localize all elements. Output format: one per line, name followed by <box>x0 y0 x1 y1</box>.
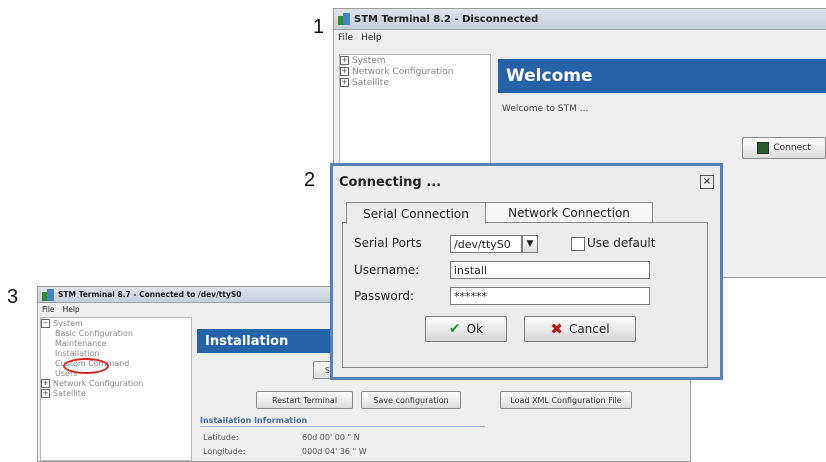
expand-icon[interactable]: + <box>340 78 349 87</box>
tree-item-installation[interactable]: Installation <box>41 348 191 358</box>
connecting-dialog: Connecting ... × Serial Connection Netwo… <box>330 163 723 380</box>
connect-button[interactable]: Connect <box>742 137 826 159</box>
tree-item-system[interactable]: + System <box>340 55 490 66</box>
menu-file[interactable]: File <box>42 305 55 314</box>
window3-title: STM Terminal 8.7 - Connected to /dev/tty… <box>58 290 242 299</box>
tree-item-network-configuration[interactable]: + Network Configuration <box>340 66 490 77</box>
connect-label: Connect <box>773 143 811 153</box>
ok-button[interactable]: ✔ Ok <box>425 316 507 342</box>
tab-serial-connection[interactable]: Serial Connection <box>346 202 486 224</box>
tree-item-satellite[interactable]: + Satellite <box>41 388 191 398</box>
tree-item-label: Installation <box>55 348 100 358</box>
tree-item-label: Satellite <box>352 77 389 88</box>
connect-plug-icon <box>757 142 770 154</box>
expand-icon[interactable]: + <box>41 388 50 398</box>
app-icon <box>42 288 54 301</box>
save-configuration-button[interactable]: Save configuration <box>361 391 461 409</box>
cancel-x-icon: ✖ <box>550 320 563 338</box>
menu-file[interactable]: File <box>338 33 353 43</box>
step-number-2: 2 <box>304 169 316 191</box>
tree-item-system[interactable]: − System <box>41 318 191 328</box>
longitude-value: 000d 04' 36 " W <box>302 447 367 456</box>
dialog-title: Connecting ... <box>339 174 442 190</box>
menu-help[interactable]: Help <box>63 305 80 314</box>
cancel-button[interactable]: ✖ Cancel <box>524 316 636 342</box>
section-divider <box>200 426 485 427</box>
menu-help[interactable]: Help <box>361 33 382 43</box>
password-field[interactable]: ****** <box>450 287 650 305</box>
password-label: Password: <box>354 289 415 303</box>
tree-item-label: System <box>352 55 386 66</box>
restart-terminal-button[interactable]: Restart Terminal <box>256 391 353 409</box>
tree-item-label: Maintenance <box>55 338 107 348</box>
username-field[interactable]: install <box>450 261 650 279</box>
username-label: Username: <box>354 263 420 277</box>
tree-item-label: Satellite <box>53 388 86 398</box>
tab-network-connection[interactable]: Network Connection <box>485 202 653 223</box>
expand-icon[interactable]: + <box>41 378 50 388</box>
load-xml-configuration-button[interactable]: Load XML Configuration File <box>500 391 632 409</box>
tree-item-basic-configuration[interactable]: Basic Configuration <box>41 328 191 338</box>
window1-menubar: File Help <box>334 31 826 45</box>
close-icon[interactable]: × <box>700 175 714 189</box>
step-number-3: 3 <box>7 286 19 308</box>
tree-item-label: Basic Configuration <box>55 328 133 338</box>
welcome-banner: Welcome <box>498 59 826 93</box>
tree-item-label: Network Configuration <box>53 378 144 388</box>
collapse-icon[interactable]: − <box>41 318 50 328</box>
tree-item-label: Network Configuration <box>352 66 454 77</box>
tree-item-label: System <box>53 318 83 328</box>
dialog-titlebar: Connecting ... × <box>339 170 714 194</box>
installation-info-header: Installation Information <box>200 416 308 425</box>
chevron-down-icon[interactable]: ▼ <box>522 235 538 253</box>
ok-label: Ok <box>466 322 484 336</box>
use-default-checkbox[interactable] <box>571 237 585 251</box>
window1-title: STM Terminal 8.2 - Disconnected <box>354 13 539 25</box>
serial-port-select[interactable]: /dev/ttyS0 <box>450 235 522 253</box>
tree-item-network-configuration[interactable]: + Network Configuration <box>41 378 191 388</box>
longitude-label: Longitude: <box>203 447 246 456</box>
cancel-label: Cancel <box>568 322 610 336</box>
app-icon <box>338 13 350 25</box>
step-number-1: 1 <box>313 16 325 38</box>
tree-item-users[interactable]: Users <box>41 368 191 378</box>
checkmark-icon: ✔ <box>448 321 461 337</box>
expand-icon[interactable]: + <box>340 67 349 76</box>
window3-nav-tree: − System Basic Configuration Maintenance … <box>40 317 192 461</box>
expand-icon[interactable]: + <box>340 56 349 65</box>
welcome-text: Welcome to STM ... <box>502 104 589 114</box>
use-default-label: Use default <box>587 236 656 250</box>
serial-ports-label: Serial Ports <box>354 236 422 250</box>
window1-titlebar: STM Terminal 8.2 - Disconnected <box>334 9 826 30</box>
highlight-circle <box>63 358 109 374</box>
tree-item-maintenance[interactable]: Maintenance <box>41 338 191 348</box>
latitude-value: 60d 00' 00 " N <box>302 433 360 442</box>
tree-item-satellite[interactable]: + Satellite <box>340 77 490 88</box>
latitude-label: Latitude: <box>203 433 239 442</box>
